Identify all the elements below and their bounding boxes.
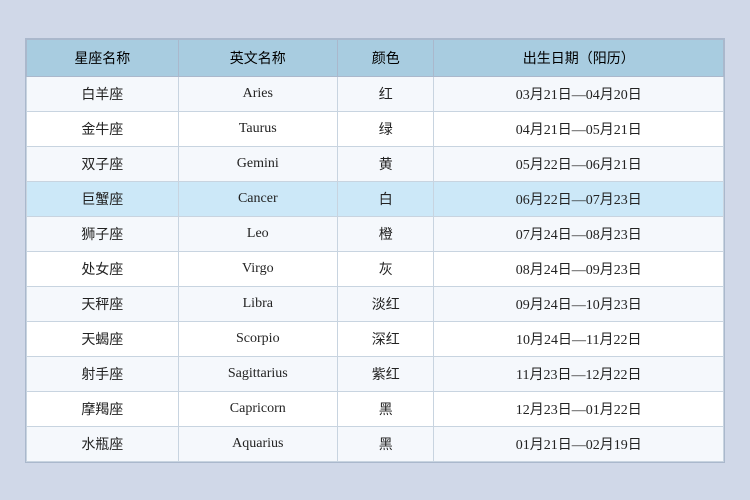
- cell-r4-c2: 橙: [337, 216, 434, 251]
- cell-r5-c3: 08月24日—09月23日: [434, 251, 724, 286]
- cell-r0-c3: 03月21日—04月20日: [434, 76, 724, 111]
- cell-r10-c1: Aquarius: [178, 426, 337, 461]
- cell-r5-c0: 处女座: [27, 251, 179, 286]
- table-row: 白羊座Aries红03月21日—04月20日: [27, 76, 724, 111]
- cell-r6-c1: Libra: [178, 286, 337, 321]
- cell-r6-c0: 天秤座: [27, 286, 179, 321]
- table-row: 巨蟹座Cancer白06月22日—07月23日: [27, 181, 724, 216]
- cell-r10-c0: 水瓶座: [27, 426, 179, 461]
- cell-r9-c1: Capricorn: [178, 391, 337, 426]
- table-row: 双子座Gemini黄05月22日—06月21日: [27, 146, 724, 181]
- cell-r2-c0: 双子座: [27, 146, 179, 181]
- cell-r0-c1: Aries: [178, 76, 337, 111]
- table-row: 射手座Sagittarius紫红11月23日—12月22日: [27, 356, 724, 391]
- cell-r1-c3: 04月21日—05月21日: [434, 111, 724, 146]
- cell-r8-c3: 11月23日—12月22日: [434, 356, 724, 391]
- cell-r3-c2: 白: [337, 181, 434, 216]
- cell-r6-c3: 09月24日—10月23日: [434, 286, 724, 321]
- table-row: 摩羯座Capricorn黑12月23日—01月22日: [27, 391, 724, 426]
- table-row: 水瓶座Aquarius黑01月21日—02月19日: [27, 426, 724, 461]
- cell-r1-c0: 金牛座: [27, 111, 179, 146]
- cell-r10-c3: 01月21日—02月19日: [434, 426, 724, 461]
- cell-r3-c0: 巨蟹座: [27, 181, 179, 216]
- cell-r4-c1: Leo: [178, 216, 337, 251]
- table-row: 金牛座Taurus绿04月21日—05月21日: [27, 111, 724, 146]
- cell-r8-c1: Sagittarius: [178, 356, 337, 391]
- cell-r7-c3: 10月24日—11月22日: [434, 321, 724, 356]
- cell-r1-c2: 绿: [337, 111, 434, 146]
- table-header-row: 星座名称英文名称颜色出生日期（阳历）: [27, 39, 724, 76]
- cell-r8-c2: 紫红: [337, 356, 434, 391]
- zodiac-table: 星座名称英文名称颜色出生日期（阳历） 白羊座Aries红03月21日—04月20…: [26, 39, 724, 462]
- cell-r7-c2: 深红: [337, 321, 434, 356]
- cell-r9-c2: 黑: [337, 391, 434, 426]
- cell-r8-c0: 射手座: [27, 356, 179, 391]
- header-col-0: 星座名称: [27, 39, 179, 76]
- header-col-3: 出生日期（阳历）: [434, 39, 724, 76]
- table-row: 狮子座Leo橙07月24日—08月23日: [27, 216, 724, 251]
- table-row: 天秤座Libra淡红09月24日—10月23日: [27, 286, 724, 321]
- cell-r5-c2: 灰: [337, 251, 434, 286]
- cell-r0-c2: 红: [337, 76, 434, 111]
- cell-r1-c1: Taurus: [178, 111, 337, 146]
- cell-r3-c1: Cancer: [178, 181, 337, 216]
- cell-r5-c1: Virgo: [178, 251, 337, 286]
- cell-r10-c2: 黑: [337, 426, 434, 461]
- cell-r3-c3: 06月22日—07月23日: [434, 181, 724, 216]
- cell-r9-c3: 12月23日—01月22日: [434, 391, 724, 426]
- zodiac-table-container: 星座名称英文名称颜色出生日期（阳历） 白羊座Aries红03月21日—04月20…: [25, 38, 725, 463]
- cell-r9-c0: 摩羯座: [27, 391, 179, 426]
- cell-r4-c0: 狮子座: [27, 216, 179, 251]
- cell-r2-c3: 05月22日—06月21日: [434, 146, 724, 181]
- cell-r7-c1: Scorpio: [178, 321, 337, 356]
- table-row: 天蝎座Scorpio深红10月24日—11月22日: [27, 321, 724, 356]
- cell-r0-c0: 白羊座: [27, 76, 179, 111]
- cell-r7-c0: 天蝎座: [27, 321, 179, 356]
- cell-r6-c2: 淡红: [337, 286, 434, 321]
- table-row: 处女座Virgo灰08月24日—09月23日: [27, 251, 724, 286]
- header-col-2: 颜色: [337, 39, 434, 76]
- cell-r4-c3: 07月24日—08月23日: [434, 216, 724, 251]
- cell-r2-c2: 黄: [337, 146, 434, 181]
- cell-r2-c1: Gemini: [178, 146, 337, 181]
- header-col-1: 英文名称: [178, 39, 337, 76]
